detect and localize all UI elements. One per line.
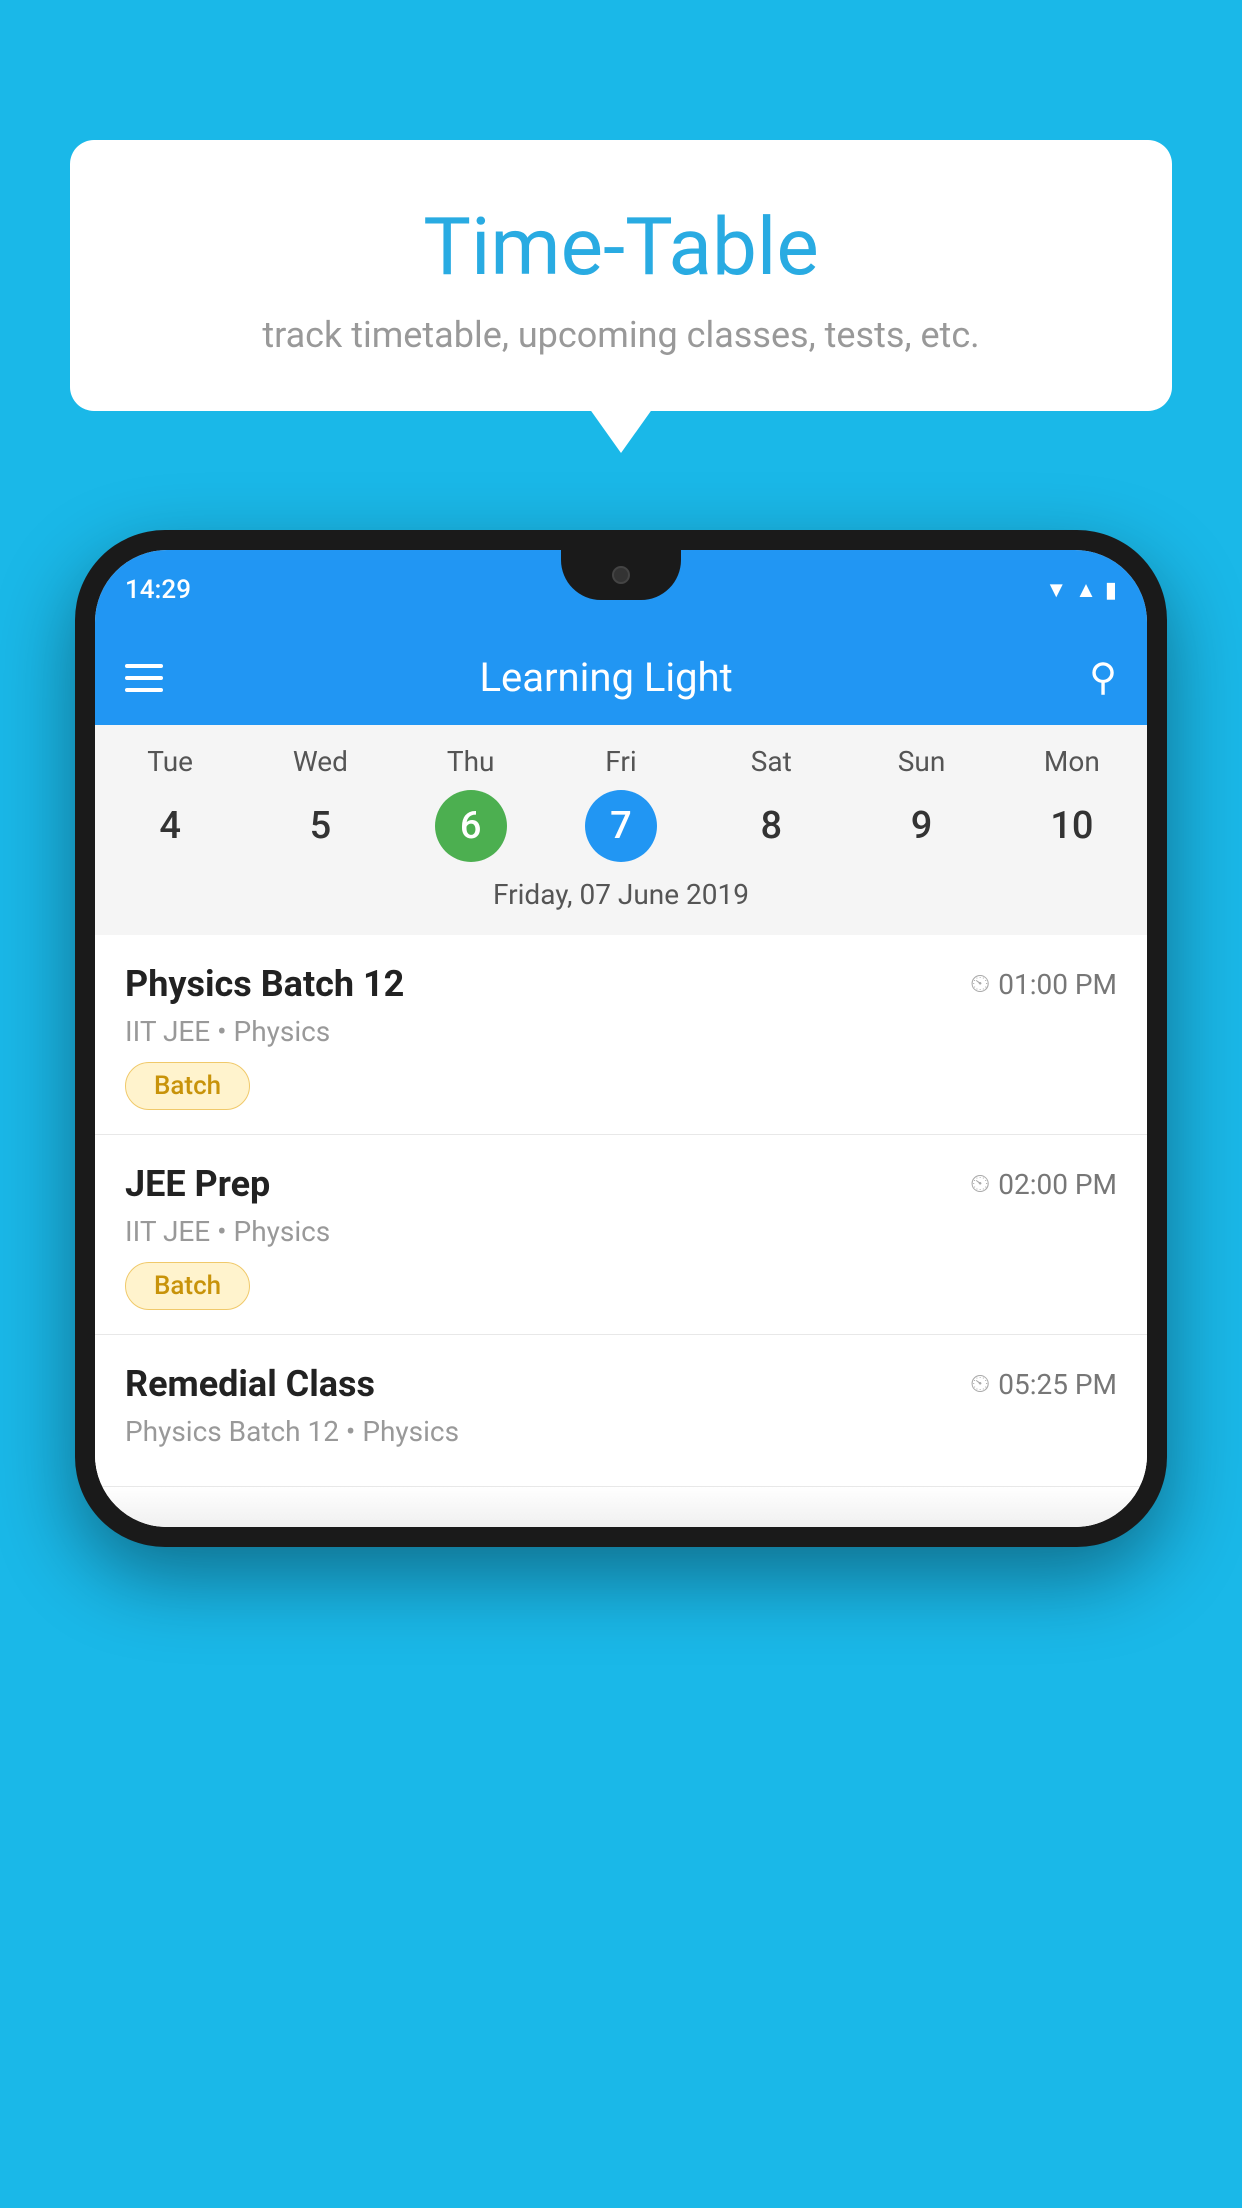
schedule-item-1-meta: IIT JEE • Physics <box>125 1015 1117 1048</box>
battery-icon: ▮ <box>1105 578 1117 603</box>
day-header-thu: Thu <box>396 745 546 778</box>
phone-notch <box>561 550 681 600</box>
schedule-item-3-meta: Physics Batch 12 • Physics <box>125 1415 1117 1448</box>
signal-icon: ▲ <box>1075 577 1097 603</box>
schedule-item-3[interactable]: Remedial Class ⏲ 05:25 PM Physics Batch … <box>95 1335 1147 1487</box>
selected-date-label: Friday, 07 June 2019 <box>95 878 1147 925</box>
schedule-item-1-time: ⏲ 01:00 PM <box>970 968 1117 1001</box>
day-5[interactable]: 5 <box>245 790 395 862</box>
status-time: 14:29 <box>125 575 191 605</box>
day-header-sun: Sun <box>846 745 996 778</box>
tooltip-subtitle: track timetable, upcoming classes, tests… <box>120 314 1122 356</box>
schedule-item-1-header: Physics Batch 12 ⏲ 01:00 PM <box>125 963 1117 1005</box>
schedule-item-2-header: JEE Prep ⏲ 02:00 PM <box>125 1163 1117 1205</box>
clock-icon-3: ⏲ <box>970 1369 990 1400</box>
day-6-today[interactable]: 6 <box>435 790 507 862</box>
schedule-item-3-time-value: 05:25 PM <box>998 1368 1117 1401</box>
day-8[interactable]: 8 <box>696 790 846 862</box>
day-4[interactable]: 4 <box>95 790 245 862</box>
bottom-fade <box>95 1487 1147 1527</box>
calendar-strip: Tue Wed Thu Fri Sat Sun Mon 4 5 6 7 8 9 … <box>95 725 1147 935</box>
schedule-item-2-meta: IIT JEE • Physics <box>125 1215 1117 1248</box>
day-9[interactable]: 9 <box>846 790 996 862</box>
status-icons: ▼ ▲ ▮ <box>1045 577 1117 603</box>
day-10[interactable]: 10 <box>997 790 1147 862</box>
schedule-item-2-time-value: 02:00 PM <box>998 1168 1117 1201</box>
schedule-item-3-header: Remedial Class ⏲ 05:25 PM <box>125 1363 1117 1405</box>
tooltip-container: Time-Table track timetable, upcoming cla… <box>70 140 1172 411</box>
schedule-item-1[interactable]: Physics Batch 12 ⏲ 01:00 PM IIT JEE • Ph… <box>95 935 1147 1135</box>
day-header-mon: Mon <box>997 745 1147 778</box>
tooltip-title: Time-Table <box>120 200 1122 294</box>
clock-icon-2: ⏲ <box>970 1169 990 1200</box>
schedule-item-2-time: ⏲ 02:00 PM <box>970 1168 1117 1201</box>
schedule-item-1-batch-tag: Batch <box>125 1062 250 1110</box>
day-header-sat: Sat <box>696 745 846 778</box>
schedule-item-2[interactable]: JEE Prep ⏲ 02:00 PM IIT JEE • Physics Ba… <box>95 1135 1147 1335</box>
phone-screen: 14:29 ▼ ▲ ▮ Learning Light ⚲ <box>95 550 1147 1527</box>
day-header-fri: Fri <box>546 745 696 778</box>
day-header-wed: Wed <box>245 745 395 778</box>
schedule-item-3-title: Remedial Class <box>125 1363 375 1405</box>
app-title: Learning Light <box>123 654 1089 701</box>
phone-mockup: 14:29 ▼ ▲ ▮ Learning Light ⚲ <box>75 530 1167 1547</box>
camera <box>612 566 630 584</box>
day-header-tue: Tue <box>95 745 245 778</box>
day-headers: Tue Wed Thu Fri Sat Sun Mon <box>95 745 1147 778</box>
phone-outer: 14:29 ▼ ▲ ▮ Learning Light ⚲ <box>75 530 1167 1547</box>
tooltip-bubble: Time-Table track timetable, upcoming cla… <box>70 140 1172 411</box>
schedule-item-3-time: ⏲ 05:25 PM <box>970 1368 1117 1401</box>
day-numbers: 4 5 6 7 8 9 10 <box>95 790 1147 862</box>
status-bar: 14:29 ▼ ▲ ▮ <box>95 550 1147 630</box>
schedule-list: Physics Batch 12 ⏲ 01:00 PM IIT JEE • Ph… <box>95 935 1147 1527</box>
wifi-icon: ▼ <box>1045 577 1067 603</box>
app-header: Learning Light ⚲ <box>95 630 1147 725</box>
day-7-selected[interactable]: 7 <box>585 790 657 862</box>
search-button[interactable]: ⚲ <box>1089 655 1117 700</box>
clock-icon-1: ⏲ <box>970 969 990 1000</box>
schedule-item-2-batch-tag: Batch <box>125 1262 250 1310</box>
schedule-item-1-time-value: 01:00 PM <box>998 968 1117 1001</box>
schedule-item-2-title: JEE Prep <box>125 1163 270 1205</box>
schedule-item-1-title: Physics Batch 12 <box>125 963 404 1005</box>
